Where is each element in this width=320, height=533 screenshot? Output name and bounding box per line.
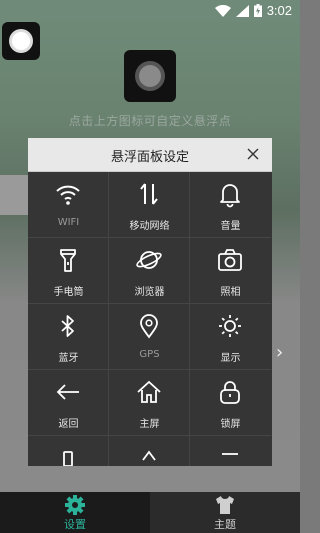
panel-item-bluetooth[interactable]: 蓝牙 (28, 304, 109, 370)
tab-settings[interactable]: 设置 (0, 492, 150, 533)
left-panel-edge (0, 175, 28, 215)
tab-theme[interactable]: 主题 (150, 492, 300, 533)
wifi-icon (56, 185, 80, 205)
customize-hint-text: 点击上方图标可自定义悬浮点 (68, 114, 232, 128)
panel-item-browser[interactable]: 浏览器 (109, 238, 190, 304)
bottom-tab-bar: 设置 主题 (0, 492, 300, 533)
panel-item-label: WIFI (57, 217, 80, 228)
panel-item-label: GPS (139, 349, 160, 360)
dialog-title: 悬浮面板设定 (110, 150, 189, 165)
tshirt-icon (216, 496, 234, 514)
chevron-left-icon[interactable]: ‹ (7, 181, 13, 200)
panel-item-back[interactable]: 返回 (28, 370, 109, 436)
panel-item-mobile-data[interactable]: 移动网络 (109, 172, 190, 238)
panel-item-camera[interactable]: 照相 (190, 238, 271, 304)
dialog-header: 悬浮面板设定 (28, 138, 272, 172)
home-icon (137, 380, 161, 403)
panel-item-partial[interactable] (109, 436, 190, 466)
triangle-icon (142, 450, 156, 461)
location-pin-icon (140, 314, 158, 339)
panel-item-label: 显示 (220, 353, 241, 364)
brightness-icon (219, 315, 241, 337)
panel-item-label: 锁屏 (220, 419, 241, 430)
panel-item-label: 主屏 (139, 419, 160, 430)
panel-item-flashlight[interactable]: 手电筒 (28, 238, 109, 304)
panel-item-home[interactable]: 主屏 (109, 370, 190, 436)
panel-item-label: 音量 (220, 221, 241, 232)
mobile-data-icon (140, 183, 158, 205)
panel-item-label: 手电筒 (53, 287, 84, 298)
floating-panel-settings-dialog: 悬浮面板设定 WIFI 移动网络 音量 手电筒 浏览器 照相 蓝牙 GPS 显示… (28, 138, 272, 466)
wifi-status-icon (214, 4, 231, 17)
status-time: 3:02 (266, 3, 292, 18)
panel-item-wifi[interactable]: WIFI (28, 172, 109, 238)
phone-icon (63, 451, 73, 466)
gear-icon (65, 495, 85, 515)
battery-charging-icon (253, 4, 262, 17)
tab-label: 主题 (214, 518, 236, 531)
panel-item-label: 照相 (220, 287, 241, 298)
panel-item-label: 蓝牙 (58, 353, 79, 364)
bell-icon (220, 184, 240, 208)
floating-ball-preview-icon[interactable] (124, 50, 176, 102)
panel-item-partial[interactable] (190, 436, 271, 466)
planet-browser-icon (136, 251, 162, 269)
tab-label: 设置 (64, 518, 86, 531)
signal-status-icon (235, 4, 249, 17)
flashlight-icon (60, 249, 76, 272)
panel-item-label: 浏览器 (134, 287, 165, 298)
chevron-right-icon[interactable]: › (276, 342, 283, 363)
bluetooth-icon (61, 315, 74, 337)
panel-item-lock[interactable]: 锁屏 (190, 370, 271, 436)
panel-item-display[interactable]: 显示 (190, 304, 271, 370)
lock-icon (220, 381, 240, 404)
menu-icon (222, 453, 238, 455)
panel-item-label: 移动网络 (129, 221, 170, 232)
floating-ball[interactable] (2, 22, 40, 60)
camera-icon (218, 249, 242, 271)
status-bar: 3:02 (0, 0, 300, 22)
back-arrow-icon (56, 384, 79, 400)
panel-item-volume[interactable]: 音量 (190, 172, 271, 238)
panel-item-label: 返回 (58, 419, 79, 430)
panel-item-gps[interactable]: GPS (109, 304, 190, 370)
panel-item-partial[interactable] (28, 436, 109, 466)
close-icon[interactable] (244, 145, 262, 163)
